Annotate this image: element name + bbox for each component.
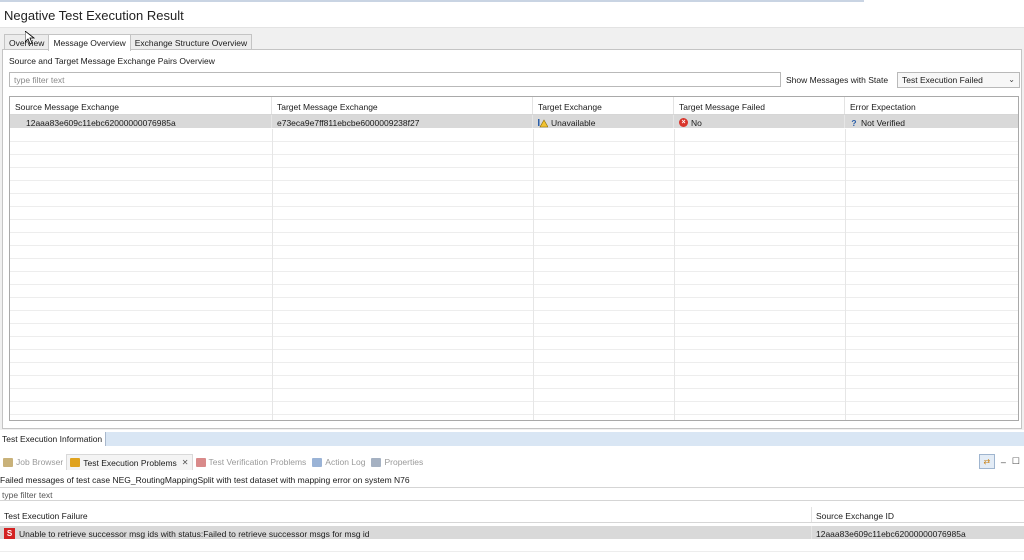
link-with-editor-icon[interactable]: ⇄ bbox=[978, 454, 995, 469]
error-expectation-text: Not Verified bbox=[861, 117, 905, 128]
page-title: Negative Test Execution Result bbox=[4, 8, 184, 23]
tab-test-execution-problems[interactable]: Test Execution Problems ✕ bbox=[66, 454, 193, 470]
cell-target-exchange: Unavailable bbox=[533, 115, 674, 128]
cell-failure: S Unable to retrieve successor msg ids w… bbox=[0, 526, 812, 539]
cell-target: e73eca9e7ff811ebcbe6000009238f27 bbox=[272, 115, 533, 128]
state-filter-label: Show Messages with State bbox=[786, 75, 889, 85]
state-filter-select[interactable]: Test Execution Failed ⌄ bbox=[897, 72, 1020, 88]
state-filter-value: Test Execution Failed bbox=[902, 75, 983, 85]
message-overview-panel: Source and Target Message Exchange Pairs… bbox=[2, 49, 1022, 429]
target-failed-text: No bbox=[691, 117, 702, 128]
problems-empty-rows bbox=[0, 539, 1024, 560]
properties-icon bbox=[371, 457, 382, 467]
chevron-down-icon: ⌄ bbox=[1008, 75, 1015, 84]
problems-table: Test Execution Failure Source Exchange I… bbox=[0, 507, 1024, 560]
column-header-error-expectation[interactable]: Error Expectation bbox=[845, 97, 1018, 114]
cell-target-failed: × No bbox=[674, 115, 845, 128]
cell-error-expectation: ? Not Verified bbox=[845, 115, 1018, 128]
job-browser-icon bbox=[3, 457, 13, 467]
column-header-failure[interactable]: Test Execution Failure bbox=[0, 507, 812, 522]
question-icon: ? bbox=[851, 117, 857, 128]
column-header-source-exchange-id[interactable]: Source Exchange ID bbox=[812, 507, 1024, 522]
verification-problems-icon bbox=[195, 457, 206, 467]
info-warning-icon bbox=[538, 118, 549, 128]
tab-job-browser[interactable]: Job Browser bbox=[0, 454, 66, 470]
table-row[interactable]: S Unable to retrieve successor msg ids w… bbox=[0, 526, 1024, 539]
message-exchange-table: Source Message Exchange Target Message E… bbox=[9, 96, 1019, 421]
table-header: Source Message Exchange Target Message E… bbox=[10, 97, 1018, 115]
cell-source: 12aaa83e609c11ebc62000000076985a bbox=[10, 115, 272, 128]
column-header-target-failed[interactable]: Target Message Failed bbox=[674, 97, 845, 114]
info-bar: Test Execution Information bbox=[0, 432, 1024, 446]
action-log-icon bbox=[312, 457, 323, 467]
section-title: Source and Target Message Exchange Pairs… bbox=[9, 56, 215, 66]
table-row[interactable]: 12aaa83e609c11ebc62000000076985a e73eca9… bbox=[10, 115, 1018, 128]
editor-header: Negative Test Execution Result bbox=[0, 2, 1024, 29]
column-header-source[interactable]: Source Message Exchange bbox=[10, 97, 272, 114]
view-tabs: Job Browser Test Execution Problems ✕ Te… bbox=[0, 454, 1024, 470]
tab-job-browser-label: Job Browser bbox=[16, 457, 64, 467]
tab-test-verification-problems[interactable]: Test Verification Problems bbox=[193, 454, 310, 470]
view-toolbar: ⇄ – ☐ bbox=[978, 454, 1020, 469]
message-filter-input[interactable]: type filter text bbox=[9, 72, 781, 87]
tab-action-log-label: Action Log bbox=[325, 457, 366, 467]
maximize-icon[interactable]: ☐ bbox=[1012, 456, 1020, 467]
column-header-target[interactable]: Target Message Exchange bbox=[272, 97, 533, 114]
close-icon[interactable]: ✕ bbox=[182, 458, 189, 467]
tab-test-verification-problems-label: Test Verification Problems bbox=[208, 457, 307, 467]
problems-filter-input[interactable]: type filter text bbox=[0, 487, 1024, 501]
problems-description: Failed messages of test case NEG_Routing… bbox=[0, 475, 410, 485]
column-header-target-exchange[interactable]: Target Exchange bbox=[533, 97, 674, 114]
editor-tabs: Overview Message Overview Exchange Struc… bbox=[4, 34, 253, 51]
mouse-cursor-icon bbox=[25, 31, 35, 45]
cell-source-exchange-id: 12aaa83e609c11ebc62000000076985a bbox=[816, 528, 966, 539]
tab-exchange-structure-overview[interactable]: Exchange Structure Overview bbox=[129, 34, 253, 50]
test-problems-icon bbox=[70, 458, 81, 467]
minimize-icon[interactable]: – bbox=[1001, 457, 1006, 467]
tab-properties-label: Properties bbox=[384, 457, 424, 467]
target-exchange-text: Unavailable bbox=[551, 117, 596, 128]
tab-test-execution-information[interactable]: Test Execution Information bbox=[0, 432, 107, 446]
tab-test-execution-problems-label: Test Execution Problems bbox=[83, 457, 177, 468]
error-icon: × bbox=[679, 118, 688, 127]
tab-message-overview[interactable]: Message Overview bbox=[48, 34, 131, 51]
problems-table-header: Test Execution Failure Source Exchange I… bbox=[0, 507, 1024, 523]
table-empty-rows bbox=[10, 129, 1018, 420]
failure-text: Unable to retrieve successor msg ids wit… bbox=[19, 528, 370, 539]
failure-flag-icon: S bbox=[4, 528, 15, 539]
tab-properties[interactable]: Properties bbox=[368, 454, 426, 470]
editor-area: Overview Message Overview Exchange Struc… bbox=[0, 28, 1024, 430]
tab-action-log[interactable]: Action Log bbox=[309, 454, 368, 470]
